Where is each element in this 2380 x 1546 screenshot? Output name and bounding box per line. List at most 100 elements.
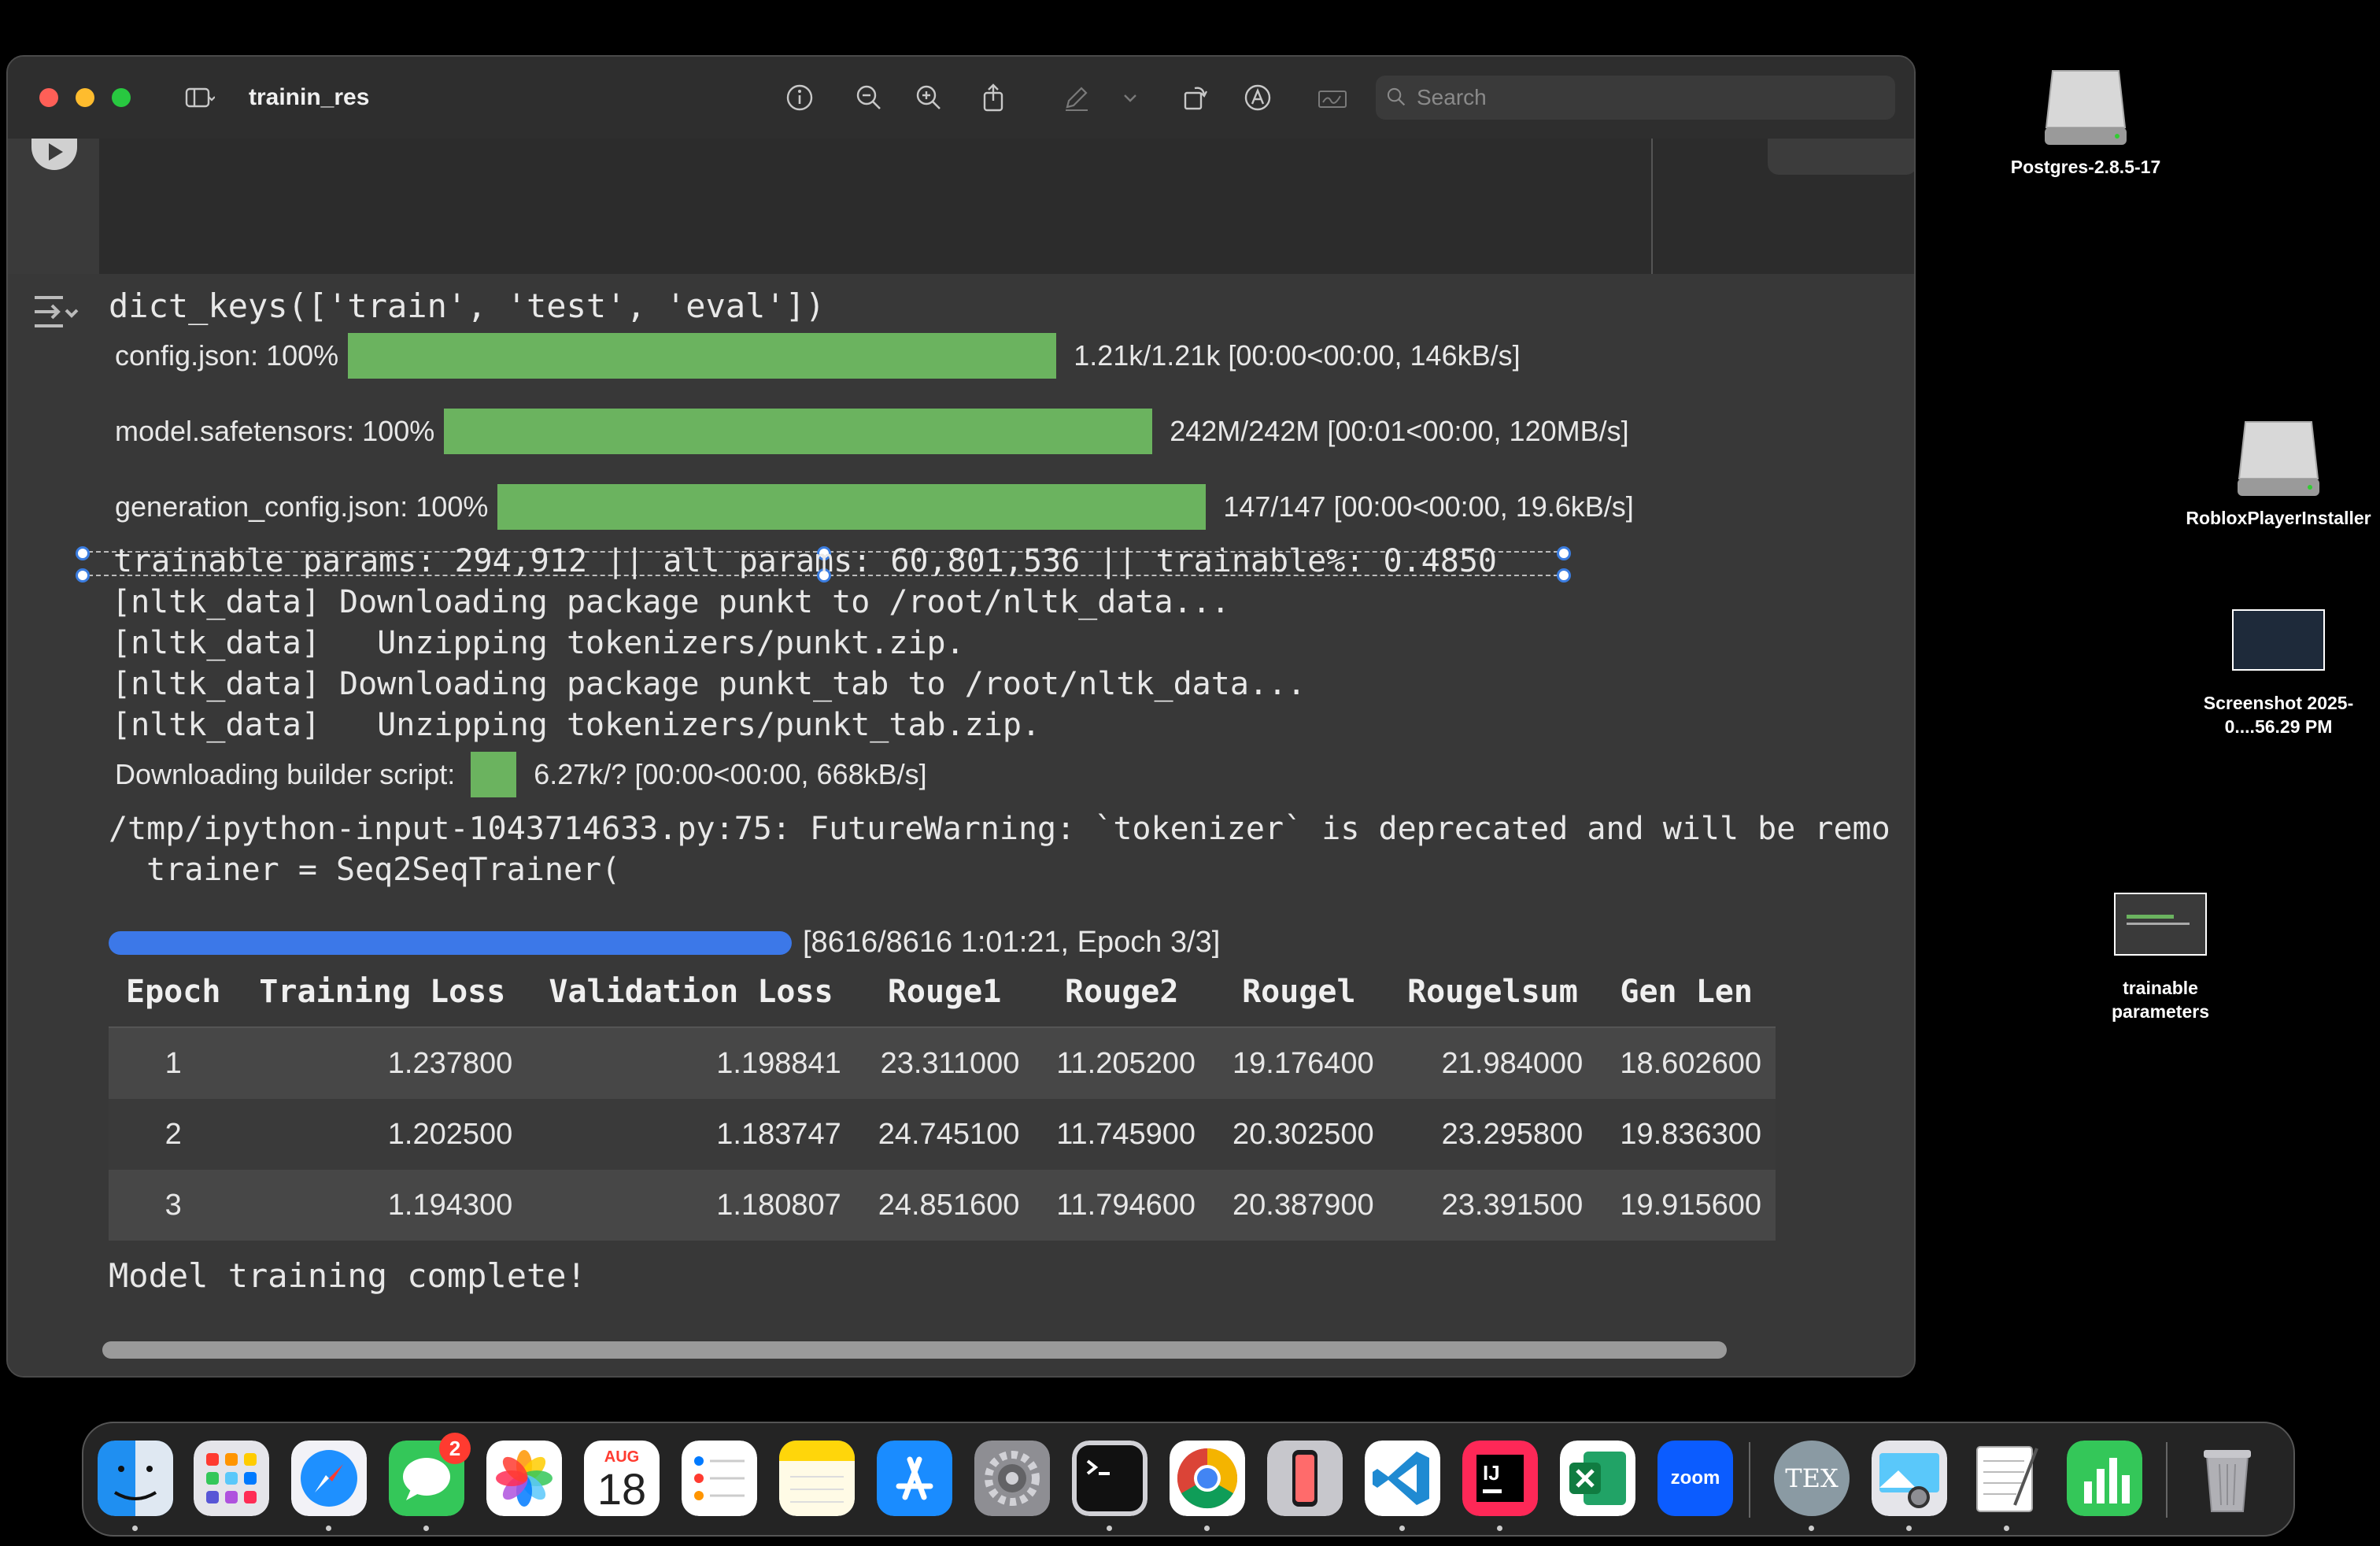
table-cell: 20.387900	[1210, 1170, 1388, 1241]
selection-handle[interactable]	[76, 546, 90, 560]
download-progress-row: generation_config.json: 100% 147/147 [00…	[115, 483, 1634, 531]
title-bar: trainin_res	[8, 57, 1914, 140]
share-button[interactable]	[976, 80, 1011, 115]
screenshot-thumbnail	[2232, 609, 2325, 671]
share-icon	[983, 83, 1003, 112]
markup-dropdown[interactable]	[1114, 80, 1146, 115]
zoom-in-button[interactable]	[911, 80, 946, 115]
column-header: Rougelsum	[1388, 957, 1598, 1028]
column-header: Rouge2	[1033, 957, 1210, 1028]
sidebar-toggle-button[interactable]	[165, 80, 233, 115]
dock-vscode[interactable]	[1365, 1441, 1440, 1516]
dock-system-settings[interactable]	[974, 1441, 1050, 1516]
table-cell: 1.202500	[238, 1099, 527, 1170]
running-indicator	[423, 1526, 429, 1531]
dock-textedit[interactable]	[1969, 1441, 2045, 1516]
download-stat: 147/147 [00:00<00:00, 19.6kB/s]	[1223, 490, 1634, 523]
dock-photos[interactable]	[486, 1441, 562, 1516]
selection-handle[interactable]	[1557, 568, 1571, 583]
table-cell: 1.237800	[238, 1027, 527, 1099]
numbers-icon	[2067, 1441, 2142, 1516]
dock-finder[interactable]	[98, 1441, 173, 1516]
download-progress-row: model.safetensors: 100% 242M/242M [00:01…	[115, 408, 1629, 455]
dock-numbers[interactable]	[2067, 1441, 2142, 1516]
maximize-button[interactable]	[112, 88, 131, 107]
dock-notes[interactable]	[779, 1441, 855, 1516]
running-indicator	[1204, 1526, 1210, 1531]
table-cell: 11.794600	[1033, 1170, 1210, 1241]
window-title: trainin_res	[249, 84, 370, 110]
markup-button[interactable]	[1059, 80, 1094, 115]
rotate-button[interactable]	[1177, 80, 1212, 115]
desktop-icon-roblox[interactable]: RobloxPlayerInstaller	[2180, 417, 2377, 530]
svg-text:IJ: IJ	[1483, 1461, 1500, 1485]
table-cell: 23.311000	[855, 1027, 1034, 1099]
excel-icon	[1560, 1441, 1635, 1516]
dock-chrome[interactable]	[1170, 1441, 1245, 1516]
dock-texshop[interactable]: TEX	[1774, 1441, 1850, 1516]
table-row: 2 1.202500 1.183747 24.745100 11.745900 …	[109, 1099, 1776, 1170]
terminal-icon	[1072, 1441, 1148, 1516]
desktop-icon-label: trainable parameters	[2111, 978, 2210, 1022]
selection-handle[interactable]	[1557, 546, 1571, 560]
dock-iphone-mirroring[interactable]	[1267, 1441, 1343, 1516]
dock-trash[interactable]	[2190, 1441, 2265, 1516]
dock-calendar[interactable]: AUG 18	[584, 1441, 660, 1516]
download-label: generation_config.json: 100%	[115, 490, 489, 523]
preview-icon	[1872, 1441, 1947, 1516]
dock-separator	[2166, 1442, 2168, 1518]
running-indicator	[326, 1526, 331, 1531]
running-indicator	[2004, 1526, 2009, 1531]
zoom-out-button[interactable]	[852, 80, 886, 115]
dock-safari[interactable]	[291, 1441, 367, 1516]
table-row: 1 1.237800 1.198841 23.311000 11.205200 …	[109, 1027, 1776, 1099]
launchpad-icon	[194, 1441, 269, 1516]
reminders-icon	[682, 1441, 757, 1516]
training-progress-fill	[109, 930, 792, 955]
dock: 2 AUG 18 IJ zoom TEX	[82, 1422, 2295, 1537]
selection-handle[interactable]	[76, 568, 90, 583]
column-header: Epoch	[109, 957, 238, 1028]
dock-terminal[interactable]	[1072, 1441, 1148, 1516]
download-label: config.json: 100%	[115, 339, 339, 372]
trainable-params-line: trainable params: 294,912 || all params:…	[113, 543, 1497, 579]
search-field[interactable]	[1376, 76, 1895, 120]
desktop-icon-screenshot[interactable]: Screenshot 2025-0....56.29 PM	[2180, 609, 2377, 738]
dock-zoom[interactable]: zoom	[1658, 1441, 1733, 1516]
builder-stat: 6.27k/? [00:00<00:00, 668kB/s]	[534, 758, 927, 790]
builder-label: Downloading builder script:	[115, 758, 456, 790]
annotate-button[interactable]	[1240, 80, 1275, 115]
minimize-button[interactable]	[76, 88, 94, 107]
desktop-icon-label: RobloxPlayerInstaller	[2186, 508, 2371, 528]
signature-button[interactable]	[1313, 80, 1352, 115]
dock-intellij[interactable]: IJ	[1462, 1441, 1538, 1516]
disk-image-icon	[2238, 421, 2319, 496]
dock-app-store[interactable]	[877, 1441, 952, 1516]
preview-window: trainin_res Search dict_keys(['train', '…	[6, 55, 1916, 1378]
table-row: 3 1.194300 1.180807 24.851600 11.794600 …	[109, 1170, 1776, 1241]
table-cell: 24.851600	[855, 1170, 1034, 1241]
gear-icon	[974, 1441, 1050, 1516]
table-cell: 24.745100	[855, 1099, 1034, 1170]
calendar-day: 18	[597, 1463, 647, 1514]
dock-launchpad[interactable]	[194, 1441, 269, 1516]
running-indicator	[1809, 1526, 1814, 1531]
cell-toolbar[interactable]	[1768, 139, 1914, 175]
search-input[interactable]	[1415, 84, 1875, 111]
desktop-icon-trainable-parameters[interactable]: trainable parameters	[2078, 893, 2243, 1023]
dock-preview[interactable]	[1872, 1441, 1947, 1516]
download-progress-bar	[348, 333, 1057, 379]
safari-icon	[291, 1441, 367, 1516]
desktop-icon-postgres[interactable]: Postgres-2.8.5-17	[1983, 66, 2188, 179]
dock-reminders[interactable]	[682, 1441, 757, 1516]
horizontal-scrollbar[interactable]	[102, 1341, 1727, 1359]
table-cell: 19.176400	[1210, 1027, 1388, 1099]
info-icon	[786, 84, 813, 111]
dock-excel[interactable]	[1560, 1441, 1635, 1516]
notification-badge: 2	[439, 1433, 471, 1464]
download-stat: 1.21k/1.21k [00:00<00:00, 146kB/s]	[1074, 339, 1521, 372]
running-indicator	[1399, 1526, 1405, 1531]
output-toggle-icon[interactable]	[31, 288, 80, 337]
info-button[interactable]	[782, 80, 817, 115]
close-button[interactable]	[39, 88, 58, 107]
